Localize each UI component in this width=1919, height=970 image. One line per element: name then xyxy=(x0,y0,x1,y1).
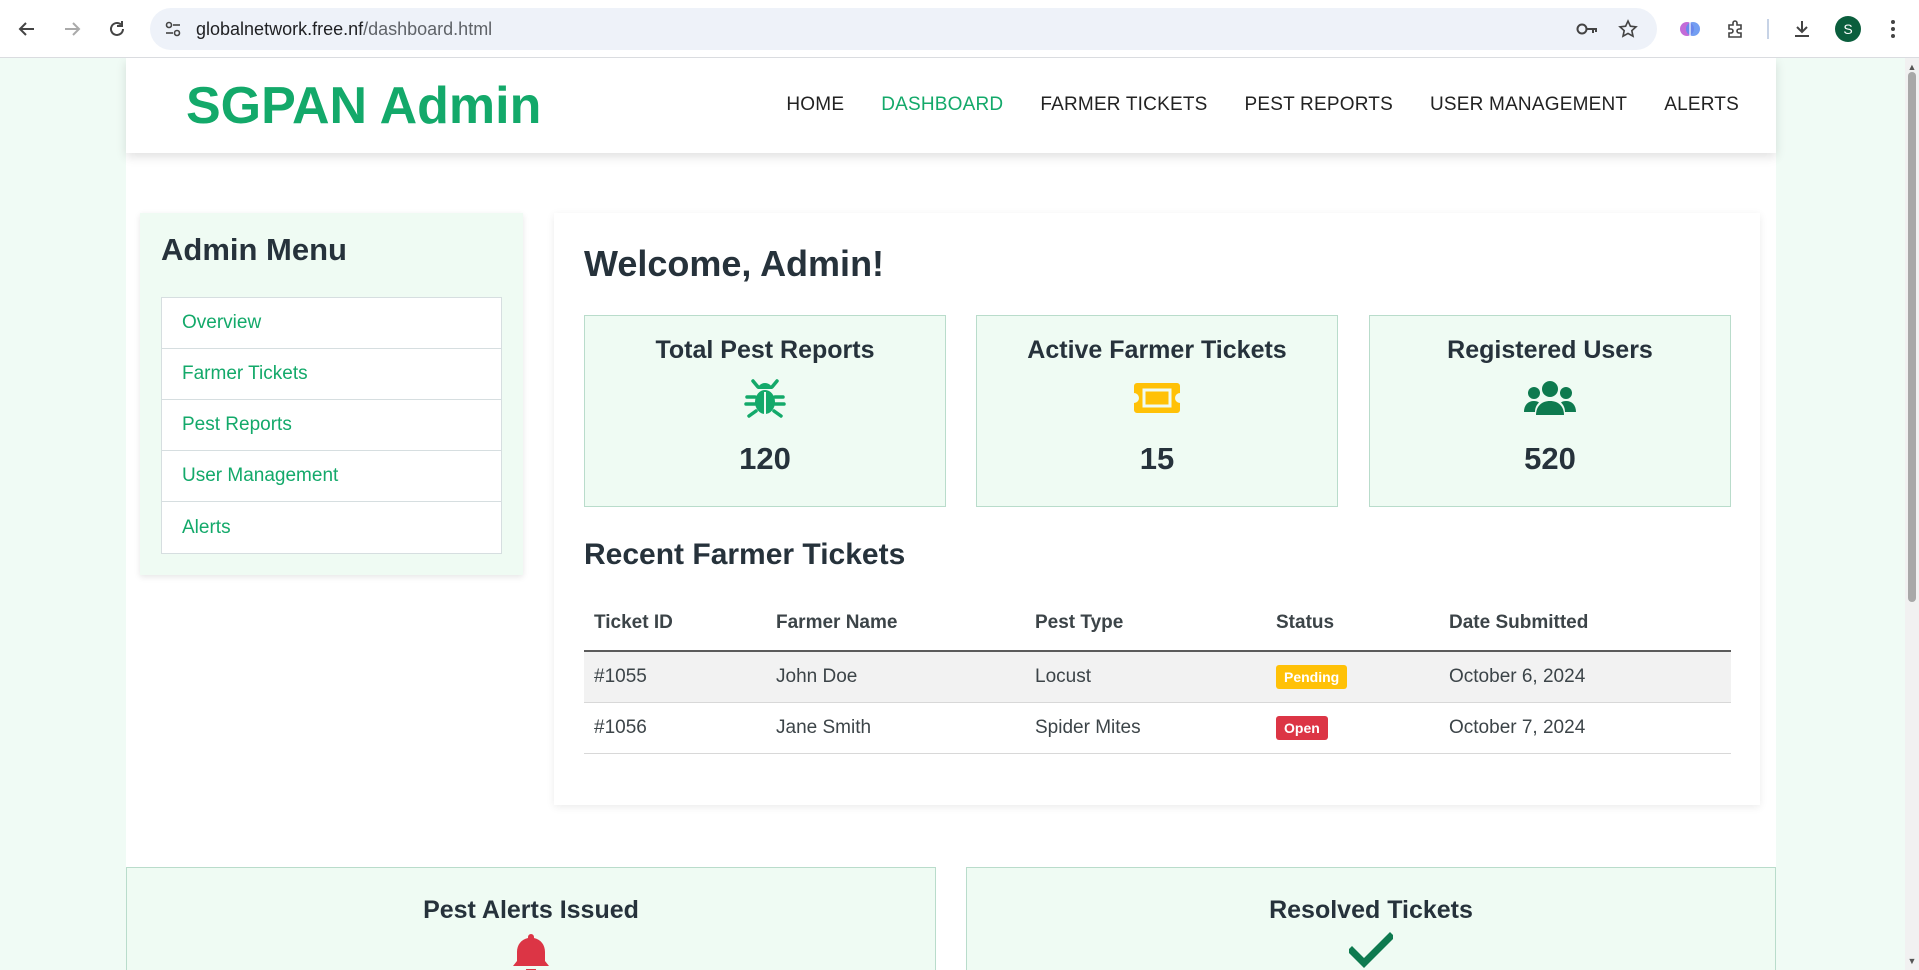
stat-card-pest-reports: Total Pest Reports 120 xyxy=(584,315,946,507)
url-path: /dashboard.html xyxy=(363,19,493,39)
nav-home[interactable]: HOME xyxy=(786,94,844,116)
page-scrollbar[interactable]: ▲ ▼ xyxy=(1905,58,1919,970)
brand-logo[interactable]: SGPAN Admin xyxy=(186,76,541,136)
column-header: Farmer Name xyxy=(766,596,1025,652)
ticket-icon xyxy=(1134,383,1180,413)
stat-value: 15 xyxy=(1139,441,1175,476)
reload-icon xyxy=(110,21,124,36)
tickets-table: Ticket ID Farmer Name Pest Type Status D… xyxy=(584,596,1731,754)
pest-type: Locust xyxy=(1025,651,1266,703)
column-header: Ticket ID xyxy=(584,596,766,652)
stat-title: Total Pest Reports xyxy=(655,336,875,364)
page-viewport: SGPAN Admin HOME DASHBOARD FARMER TICKET… xyxy=(0,58,1905,970)
stat-value: 120 xyxy=(739,441,791,476)
pest-alerts-card: Pest Alerts Issued xyxy=(126,867,936,970)
url-domain: globalnetwork.free.nf xyxy=(196,19,364,39)
brain-extension-icon[interactable] xyxy=(1677,16,1703,42)
forward-arrow-icon xyxy=(65,22,81,36)
ticket-id: #1056 xyxy=(584,702,766,754)
more-menu-icon[interactable] xyxy=(1880,16,1906,42)
sidebar-item-farmer-tickets[interactable]: Farmer Tickets xyxy=(162,349,501,400)
sidebar-item-label[interactable]: Overview xyxy=(182,312,261,334)
users-icon xyxy=(1524,381,1576,415)
sidebar-item-label[interactable]: Farmer Tickets xyxy=(182,363,308,385)
address-bar[interactable]: globalnetwork.free.nf/dashboard.html xyxy=(150,8,1657,50)
main-nav: HOME DASHBOARD FARMER TICKETS PEST REPOR… xyxy=(786,94,1739,116)
table-header-row: Ticket ID Farmer Name Pest Type Status D… xyxy=(584,596,1731,652)
nav-farmer-tickets[interactable]: FARMER TICKETS xyxy=(1040,94,1207,116)
page-container: SGPAN Admin HOME DASHBOARD FARMER TICKET… xyxy=(126,58,1776,970)
site-settings-icon[interactable] xyxy=(162,18,184,40)
extensions-puzzle-icon[interactable] xyxy=(1723,16,1749,42)
bookmark-star-icon[interactable] xyxy=(1616,17,1640,41)
back-button[interactable] xyxy=(12,14,42,44)
url-text[interactable]: globalnetwork.free.nf/dashboard.html xyxy=(196,19,492,40)
check-icon xyxy=(1349,932,1393,968)
scroll-down-icon[interactable]: ▼ xyxy=(1907,956,1917,966)
stat-value: 520 xyxy=(1524,441,1576,476)
card-title: Resolved Tickets xyxy=(1269,896,1473,924)
dashboard-panel: Welcome, Admin! Total Pest Reports 120 A… xyxy=(554,213,1760,805)
column-header: Pest Type xyxy=(1025,596,1266,652)
sidebar-menu: Overview Farmer Tickets Pest Reports Use… xyxy=(161,297,502,554)
pest-type: Spider Mites xyxy=(1025,702,1266,754)
scrollbar-thumb[interactable] xyxy=(1908,72,1916,602)
sidebar-item-pest-reports[interactable]: Pest Reports xyxy=(162,400,501,451)
resolved-tickets-card: Resolved Tickets xyxy=(966,867,1776,970)
bell-icon xyxy=(513,934,549,970)
table-row[interactable]: #1055 John Doe Locust Pending October 6,… xyxy=(584,651,1731,703)
password-key-icon[interactable] xyxy=(1575,17,1599,41)
nav-user-management[interactable]: USER MANAGEMENT xyxy=(1430,94,1627,116)
ticket-id: #1055 xyxy=(584,651,766,703)
status-badge: Pending xyxy=(1276,664,1348,689)
recent-tickets-title: Recent Farmer Tickets xyxy=(584,538,906,571)
sidebar-title: Admin Menu xyxy=(161,232,347,267)
back-arrow-icon xyxy=(18,22,34,36)
forward-button[interactable] xyxy=(57,14,87,44)
stat-title: Registered Users xyxy=(1447,336,1653,364)
column-header: Status xyxy=(1266,596,1439,652)
farmer-name: John Doe xyxy=(766,651,1025,703)
page-title: Welcome, Admin! xyxy=(584,243,885,284)
date-submitted: October 6, 2024 xyxy=(1439,651,1731,703)
bug-icon xyxy=(744,379,786,418)
sidebar-item-user-management[interactable]: User Management xyxy=(162,451,501,502)
farmer-name: Jane Smith xyxy=(766,702,1025,754)
site-header: SGPAN Admin HOME DASHBOARD FARMER TICKET… xyxy=(126,58,1776,153)
status-badge: Open xyxy=(1276,715,1328,740)
downloads-icon[interactable] xyxy=(1789,16,1815,42)
profile-avatar[interactable]: S xyxy=(1835,16,1861,42)
sidebar-item-overview[interactable]: Overview xyxy=(162,298,501,349)
sidebar-item-label[interactable]: User Management xyxy=(182,465,338,487)
browser-toolbar: globalnetwork.free.nf/dashboard.html S xyxy=(0,0,1919,58)
card-title: Pest Alerts Issued xyxy=(423,896,639,924)
nav-pest-reports[interactable]: PEST REPORTS xyxy=(1245,94,1393,116)
admin-sidebar: Admin Menu Overview Farmer Tickets Pest … xyxy=(140,213,523,575)
sidebar-item-alerts[interactable]: Alerts xyxy=(162,502,501,553)
toolbar-divider xyxy=(1767,19,1769,39)
sidebar-item-label[interactable]: Alerts xyxy=(182,517,231,539)
stat-title: Active Farmer Tickets xyxy=(1027,336,1287,364)
stat-card-farmer-tickets: Active Farmer Tickets 15 xyxy=(976,315,1338,507)
nav-dashboard[interactable]: DASHBOARD xyxy=(881,94,1003,116)
date-submitted: October 7, 2024 xyxy=(1439,702,1731,754)
column-header: Date Submitted xyxy=(1439,596,1731,652)
reload-button[interactable] xyxy=(102,14,132,44)
table-row[interactable]: #1056 Jane Smith Spider Mites Open Octob… xyxy=(584,702,1731,754)
nav-alerts[interactable]: ALERTS xyxy=(1664,94,1739,116)
scroll-up-icon[interactable]: ▲ xyxy=(1907,62,1917,72)
stat-card-registered-users: Registered Users 520 xyxy=(1369,315,1731,507)
sidebar-item-label[interactable]: Pest Reports xyxy=(182,414,292,436)
